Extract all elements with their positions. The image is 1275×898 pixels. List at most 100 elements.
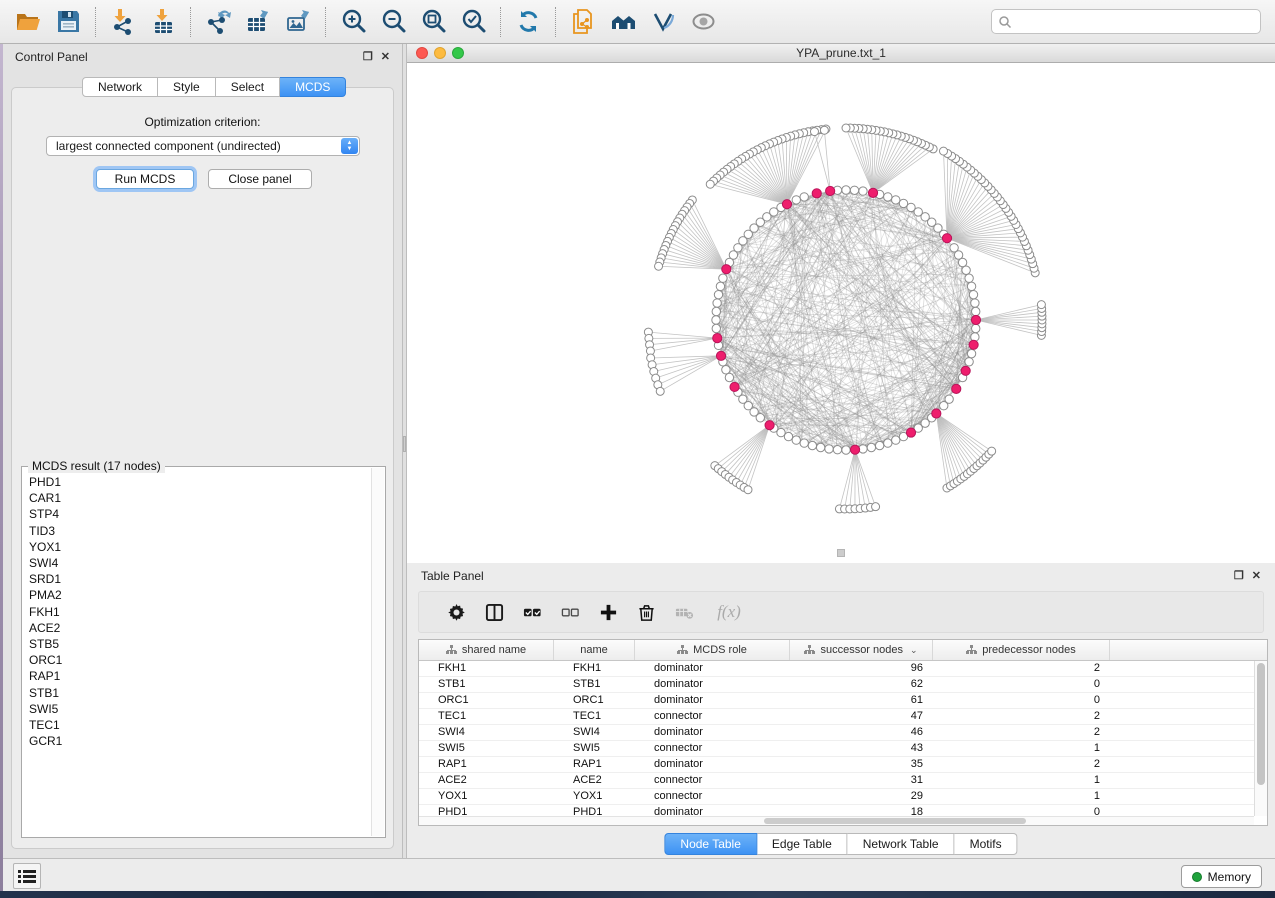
mcds-hub-node[interactable] xyxy=(932,409,941,418)
network-node[interactable] xyxy=(825,445,833,453)
mcds-result-item[interactable]: TEC1 xyxy=(29,717,371,733)
table-vertical-scrollbar[interactable] xyxy=(1254,661,1267,816)
select-all-button[interactable] xyxy=(513,595,551,629)
mcds-result-item[interactable]: SRD1 xyxy=(29,571,371,587)
splitter-grip[interactable] xyxy=(403,436,406,452)
network-node[interactable] xyxy=(712,307,720,315)
network-node[interactable] xyxy=(816,443,824,451)
network-node[interactable] xyxy=(969,290,977,298)
table-row[interactable]: YOX1YOX1connector291 xyxy=(419,789,1254,805)
network-canvas[interactable] xyxy=(407,63,1275,563)
tab-select[interactable]: Select xyxy=(216,77,280,97)
search-field[interactable] xyxy=(991,9,1261,34)
show-panels-button[interactable] xyxy=(13,863,41,889)
table-mode-button[interactable] xyxy=(437,595,475,629)
sort-chevron-icon[interactable]: ⌄ xyxy=(910,645,918,656)
network-node[interactable] xyxy=(875,441,883,449)
network-leaf-node[interactable] xyxy=(820,126,828,134)
network-node[interactable] xyxy=(859,187,867,195)
table-row[interactable]: SWI4SWI4dominator462 xyxy=(419,725,1254,741)
network-leaf-node[interactable] xyxy=(810,128,818,136)
export-image-button[interactable] xyxy=(278,4,318,40)
network-leaf-node[interactable] xyxy=(940,147,948,155)
close-window-icon[interactable] xyxy=(416,47,428,59)
column-header-shared-name[interactable]: shared name xyxy=(419,640,554,660)
result-scrollbar[interactable] xyxy=(371,468,384,836)
table-row[interactable]: RAP1RAP1dominator352 xyxy=(419,757,1254,773)
network-node[interactable] xyxy=(965,274,973,282)
network-node[interactable] xyxy=(756,414,764,422)
mcds-hub-node[interactable] xyxy=(969,340,978,349)
column-header-successor-nodes[interactable]: successor nodes⌄ xyxy=(790,640,933,660)
mcds-hub-node[interactable] xyxy=(716,351,725,360)
network-home-button[interactable] xyxy=(603,4,643,40)
save-session-button[interactable] xyxy=(48,4,88,40)
table-row[interactable]: ORC1ORC1dominator610 xyxy=(419,693,1254,709)
network-node[interactable] xyxy=(972,307,980,315)
close-panel-icon[interactable]: ✕ xyxy=(381,52,390,63)
table-row[interactable]: TEC1TEC1connector472 xyxy=(419,709,1254,725)
network-node[interactable] xyxy=(945,395,953,403)
table-row[interactable]: PHD1PHD1dominator180 xyxy=(419,805,1254,816)
open-file-button[interactable] xyxy=(8,4,48,40)
duplicate-network-button[interactable] xyxy=(563,4,603,40)
zoom-selected-button[interactable] xyxy=(453,4,493,40)
mcds-result-item[interactable]: PMA2 xyxy=(29,587,371,603)
mcds-hub-node[interactable] xyxy=(868,188,877,197)
tab-node-table[interactable]: Node Table xyxy=(664,833,757,855)
network-node[interactable] xyxy=(842,446,850,454)
deselect-all-button[interactable] xyxy=(551,595,589,629)
network-node[interactable] xyxy=(725,373,733,381)
mcds-result-item[interactable]: CAR1 xyxy=(29,490,371,506)
mcds-result-item[interactable]: GCR1 xyxy=(29,733,371,749)
network-node[interactable] xyxy=(967,282,975,290)
network-node[interactable] xyxy=(884,193,892,201)
mcds-result-item[interactable]: STB1 xyxy=(29,685,371,701)
network-node[interactable] xyxy=(719,274,727,282)
delete-column-button[interactable] xyxy=(627,595,665,629)
network-node[interactable] xyxy=(892,196,900,204)
table-horizontal-scrollbar[interactable] xyxy=(419,816,1254,825)
network-node[interactable] xyxy=(800,193,808,201)
network-node[interactable] xyxy=(713,299,721,307)
mcds-hub-node[interactable] xyxy=(826,186,835,195)
maximize-window-icon[interactable] xyxy=(452,47,464,59)
network-node[interactable] xyxy=(950,244,958,252)
network-node[interactable] xyxy=(850,186,858,194)
memory-button[interactable]: Memory xyxy=(1181,865,1262,888)
network-node[interactable] xyxy=(784,432,792,440)
minimize-window-icon[interactable] xyxy=(434,47,446,59)
column-header-predecessor-nodes[interactable]: predecessor nodes xyxy=(933,640,1110,660)
network-node[interactable] xyxy=(967,349,975,357)
mcds-hub-node[interactable] xyxy=(722,265,731,274)
table-row[interactable]: FKH1FKH1dominator962 xyxy=(419,661,1254,677)
network-node[interactable] xyxy=(716,282,724,290)
mcds-hub-node[interactable] xyxy=(961,366,970,375)
zoom-out-button[interactable] xyxy=(373,4,413,40)
mcds-hub-node[interactable] xyxy=(942,234,951,243)
network-leaf-node[interactable] xyxy=(988,447,996,455)
mcds-result-item[interactable]: TID3 xyxy=(29,523,371,539)
network-leaf-node[interactable] xyxy=(656,387,664,395)
tab-network-table[interactable]: Network Table xyxy=(848,833,955,855)
export-table-button[interactable] xyxy=(238,4,278,40)
mcds-hub-node[interactable] xyxy=(850,445,859,454)
network-node[interactable] xyxy=(792,436,800,444)
table-row[interactable]: ACE2ACE2connector311 xyxy=(419,773,1254,789)
table-row[interactable]: STB1STB1dominator620 xyxy=(419,677,1254,693)
network-node[interactable] xyxy=(808,441,816,449)
tab-motifs[interactable]: Motifs xyxy=(955,833,1018,855)
search-input[interactable] xyxy=(1012,15,1254,29)
create-column-button[interactable] xyxy=(589,595,627,629)
import-table-button[interactable] xyxy=(143,4,183,40)
mcds-result-item[interactable]: SWI5 xyxy=(29,701,371,717)
mcds-hub-node[interactable] xyxy=(952,384,961,393)
mcds-hub-node[interactable] xyxy=(713,333,722,342)
mcds-result-item[interactable]: RAP1 xyxy=(29,668,371,684)
mcds-hub-node[interactable] xyxy=(730,382,739,391)
network-node[interactable] xyxy=(962,266,970,274)
panel-splitter[interactable] xyxy=(402,44,407,858)
network-node[interactable] xyxy=(972,324,980,332)
tab-mcds[interactable]: MCDS xyxy=(280,77,346,97)
network-node[interactable] xyxy=(892,436,900,444)
